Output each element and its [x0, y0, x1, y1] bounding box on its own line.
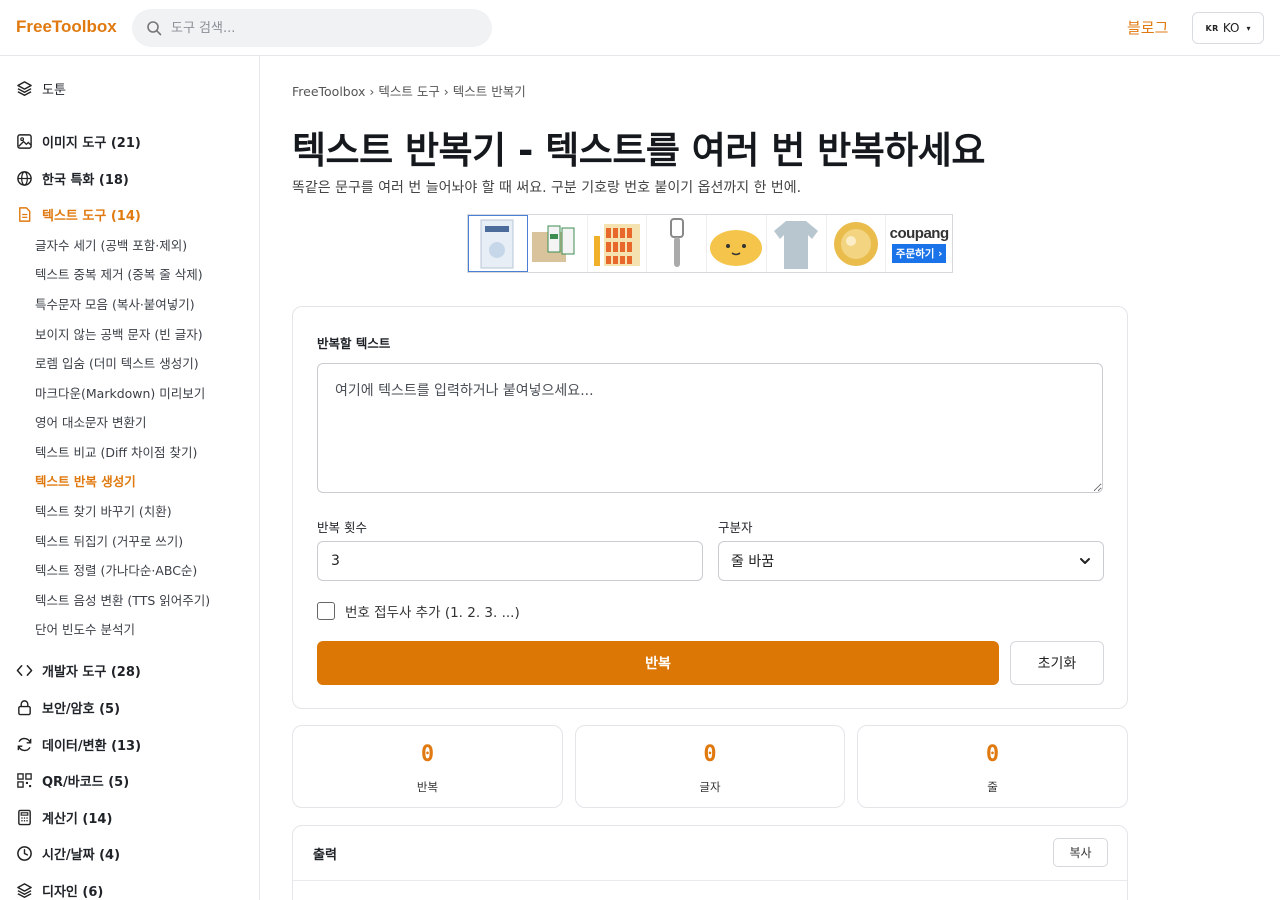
stat-repeats: 0 반복 — [292, 725, 563, 808]
language-selector[interactable]: KR KO ▾ — [1192, 12, 1264, 44]
refresh-icon — [17, 737, 32, 751]
stat-lines: 0 줄 — [857, 725, 1128, 808]
sidebar-item-label: 도툰 — [42, 82, 66, 98]
output-title: 출력 — [313, 848, 337, 863]
sidebar-category-label: 계산기 (14) — [42, 811, 113, 827]
number-prefix-option[interactable]: 번호 접두사 추가 (1. 2. 3. ...) — [317, 601, 520, 621]
search-icon — [147, 21, 162, 36]
qr-icon — [17, 772, 32, 788]
sidebar-item-tool[interactable]: 마크다운(Markdown) 미리보기 — [35, 385, 205, 403]
separator-label: 구분자 — [718, 520, 753, 535]
search-input[interactable] — [171, 20, 471, 36]
globe-icon — [17, 170, 32, 186]
stat-label: 줄 — [987, 780, 998, 794]
top-navigation-bar: FreeToolbox 블로그 KR KO ▾ — [0, 0, 1280, 56]
stat-label: 반복 — [416, 780, 439, 794]
sidebar-item-tool[interactable]: 텍스트 중복 제거 (중복 줄 삭제) — [35, 266, 203, 284]
ad-product-image[interactable] — [827, 215, 887, 272]
separator-select[interactable]: 줄 바꿈 — [718, 541, 1104, 581]
sidebar-item-tool[interactable]: 텍스트 음성 변환 (TTS 읽어주기) — [35, 592, 210, 610]
sidebar-category-korea[interactable]: 한국 특화 (18) — [16, 167, 129, 189]
ad-product-image[interactable] — [647, 215, 707, 272]
sidebar-item-tool[interactable]: 텍스트 정렬 (가나다순·ABC순) — [35, 562, 197, 580]
text-field-label: 반복할 텍스트 — [317, 336, 391, 351]
sidebar-category-label: 시간/날짜 (4) — [42, 847, 121, 863]
sidebar-category-design[interactable]: 디자인 (6) — [16, 879, 103, 900]
ad-banner[interactable]: coupang 주문하기 › — [467, 214, 953, 273]
sidebar-item-tool[interactable]: 글자수 세기 (공백 포함·제외) — [35, 237, 187, 255]
coupang-logo: coupang — [889, 224, 950, 242]
page-title: 텍스트 반복기 - 텍스트를 여러 번 반복하세요 — [292, 129, 985, 172]
separator-selected-value: 줄 바꿈 — [731, 554, 775, 570]
sidebar-item-tool[interactable]: 단어 빈도수 분석기 — [35, 621, 135, 639]
sidebar-item-tool[interactable]: 텍스트 뒤집기 (거꾸로 쓰기) — [35, 533, 183, 551]
ad-product-image[interactable] — [588, 215, 648, 272]
layers-icon — [17, 80, 32, 96]
copy-button[interactable]: 복사 — [1053, 838, 1108, 867]
stat-value: 0 — [420, 742, 435, 767]
sidebar-category-label: 한국 특화 (18) — [42, 172, 129, 188]
sidebar-category-label: 이미지 도구 (21) — [42, 135, 141, 151]
sidebar-item-tool-active[interactable]: 텍스트 반복 생성기 — [35, 473, 136, 491]
output-divider — [293, 880, 1127, 881]
chevron-down-icon — [1080, 558, 1090, 564]
page-description: 똑같은 문구를 여러 번 늘어놔야 할 때 써요. 구분 기호랑 번호 붙이기 … — [292, 180, 802, 196]
output-panel: 출력 복사 — [292, 825, 1128, 900]
ad-order-button[interactable]: 주문하기 › — [891, 243, 947, 263]
number-prefix-label: 번호 접두사 추가 (1. 2. 3. ...) — [345, 605, 520, 621]
stat-value: 0 — [703, 742, 717, 767]
clock-icon — [17, 845, 32, 861]
language-code: KO — [1222, 21, 1240, 35]
sidebar-category-label: 보안/암호 (5) — [42, 701, 121, 717]
sidebar-category-time[interactable]: 시간/날짜 (4) — [16, 842, 120, 864]
sidebar: 도툰 이미지 도구 (21) 한국 특화 (18) 텍스트 도구 (14) 글자… — [0, 56, 260, 900]
lock-icon — [18, 699, 31, 715]
sidebar-category-security[interactable]: 보안/암호 (5) — [16, 696, 120, 718]
ad-product-image[interactable] — [468, 215, 528, 272]
sidebar-category-label: 개발자 도구 (28) — [42, 664, 141, 680]
sidebar-category-qr[interactable]: QR/바코드 (5) — [16, 769, 129, 791]
ad-coupang[interactable]: coupang 주문하기 › — [886, 215, 952, 272]
ad-product-image[interactable] — [707, 215, 767, 272]
document-icon — [19, 206, 31, 222]
image-icon — [17, 133, 32, 149]
blog-link[interactable]: 블로그 — [1127, 17, 1168, 38]
sidebar-category-label: QR/바코드 (5) — [42, 774, 130, 790]
repeat-count-label: 반복 횟수 — [317, 520, 367, 535]
ad-product-image[interactable] — [528, 215, 588, 272]
sidebar-category-label: 데이터/변환 (13) — [42, 738, 142, 754]
sidebar-item-tool[interactable]: 영어 대소문자 변환기 — [35, 414, 146, 432]
tool-form-card: 반복할 텍스트 반복 횟수 구분자 줄 바꿈 번호 접두사 추가 (1. 2. … — [292, 306, 1128, 709]
sidebar-category-label: 디자인 (6) — [42, 884, 104, 900]
repeat-text-input[interactable] — [317, 363, 1103, 493]
stat-characters: 0 글자 — [575, 725, 845, 808]
sidebar-category-label: 텍스트 도구 (14) — [42, 208, 141, 224]
sidebar-item-tool[interactable]: 특수문자 모음 (복사·붙여넣기) — [35, 296, 195, 314]
search-box[interactable] — [132, 9, 492, 47]
sidebar-category-image[interactable]: 이미지 도구 (21) — [16, 130, 141, 152]
repeat-button[interactable]: 반복 — [317, 641, 999, 685]
number-prefix-checkbox[interactable] — [317, 602, 335, 620]
sidebar-item-top[interactable]: 도툰 — [16, 77, 66, 99]
repeat-count-input[interactable] — [317, 541, 703, 581]
sidebar-item-tool[interactable]: 텍스트 비교 (Diff 차이점 찾기) — [35, 444, 197, 462]
stat-label: 글자 — [699, 780, 721, 794]
layers-icon — [17, 882, 32, 898]
sidebar-category-calculator[interactable]: 계산기 (14) — [16, 806, 112, 828]
sidebar-category-text[interactable]: 텍스트 도구 (14) — [16, 203, 141, 225]
sidebar-item-tool[interactable]: 보이지 않는 공백 문자 (빈 글자) — [35, 326, 203, 344]
sidebar-item-tool[interactable]: 텍스트 찾기 바꾸기 (치환) — [35, 503, 172, 521]
ad-product-image[interactable] — [767, 215, 827, 272]
breadcrumb[interactable]: FreeToolbox › 텍스트 도구 › 텍스트 반복기 — [292, 81, 526, 100]
sidebar-item-tool[interactable]: 로렘 입숨 (더미 텍스트 생성기) — [35, 355, 199, 373]
calculator-icon — [18, 809, 31, 825]
stat-value: 0 — [985, 742, 1000, 767]
sidebar-category-developer[interactable]: 개발자 도구 (28) — [16, 659, 141, 681]
code-icon — [16, 664, 33, 676]
caret-down-icon: ▾ — [1246, 23, 1251, 33]
sidebar-category-data[interactable]: 데이터/변환 (13) — [16, 733, 141, 755]
reset-button[interactable]: 초기화 — [1010, 641, 1104, 685]
flag-icon: KR — [1205, 23, 1219, 33]
site-logo[interactable]: FreeToolbox — [16, 17, 117, 37]
